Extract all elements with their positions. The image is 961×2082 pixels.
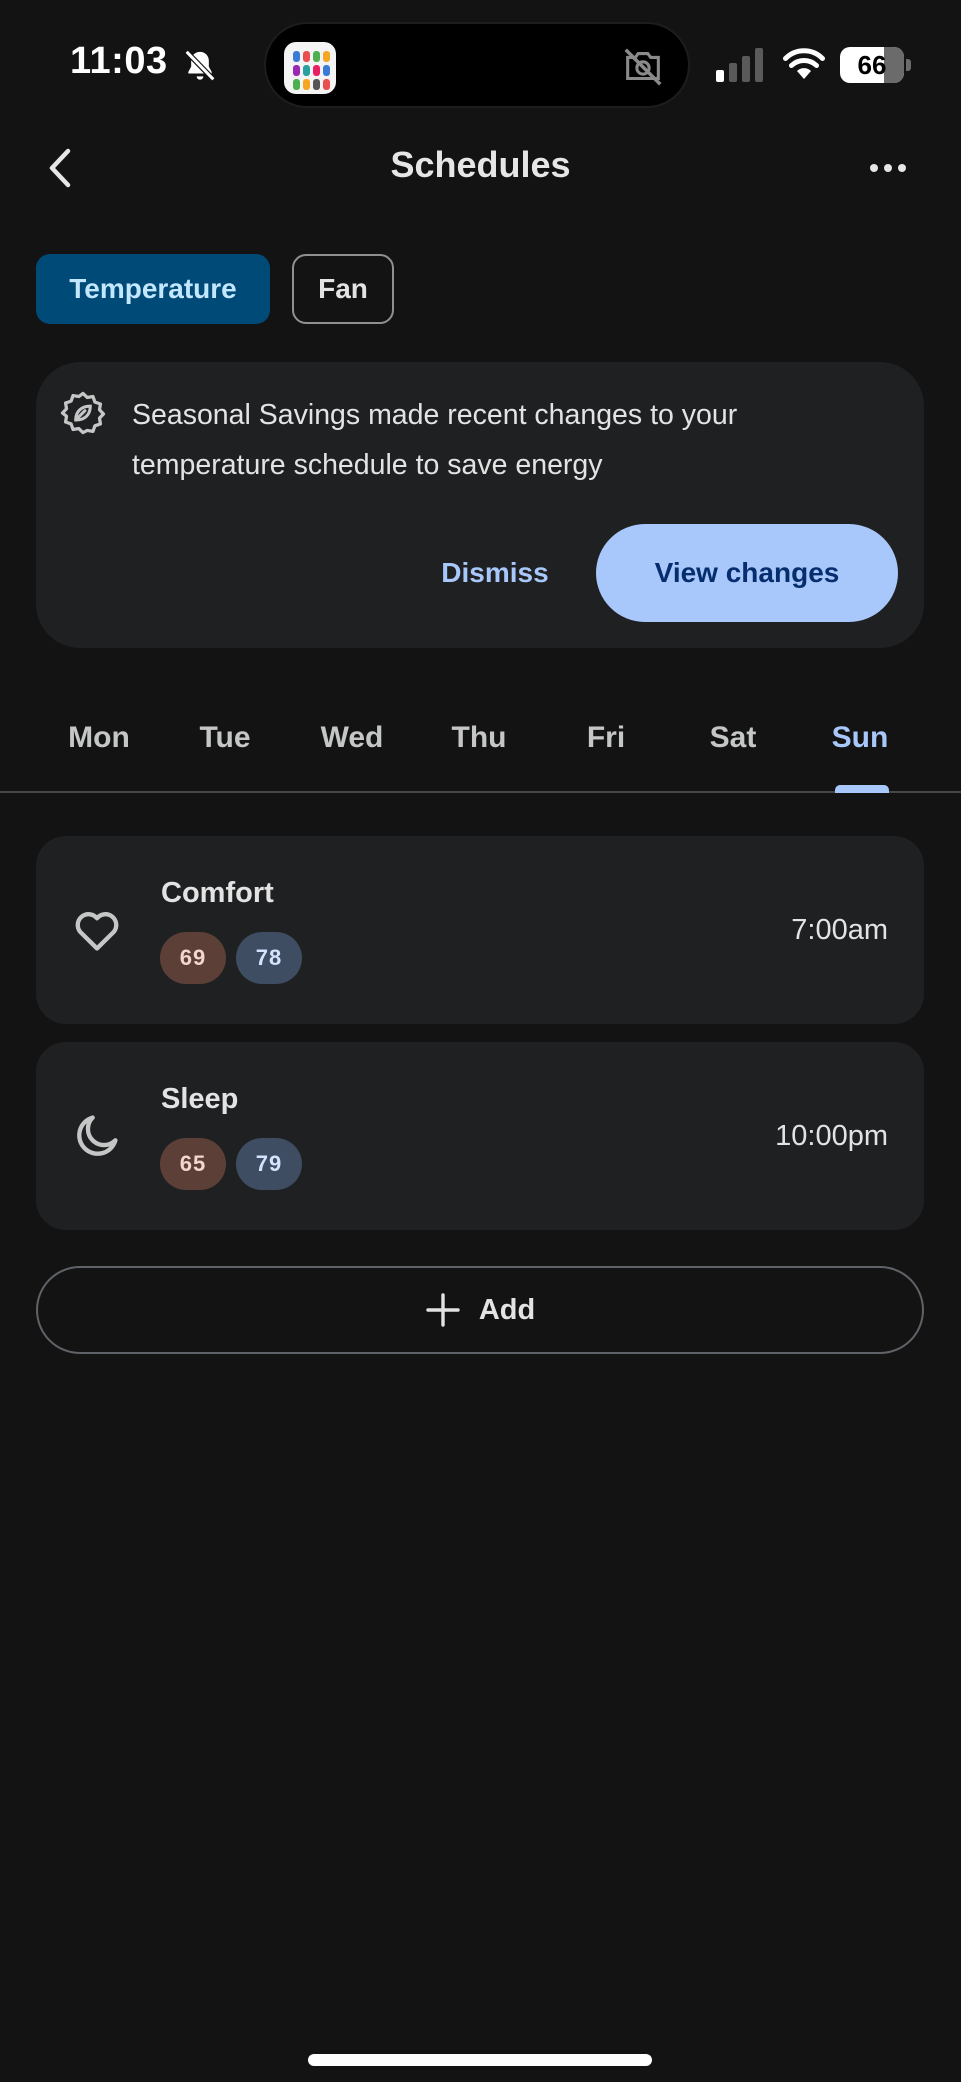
- signal-icon: [716, 48, 763, 82]
- cool-setpoint-badge: 78: [236, 932, 302, 984]
- view-changes-button[interactable]: View changes: [596, 524, 898, 622]
- tab-sat[interactable]: Sat: [670, 716, 796, 776]
- plus-icon: [426, 1293, 460, 1327]
- tab-thu[interactable]: Thu: [416, 716, 542, 776]
- status-time: 11:03: [70, 40, 168, 82]
- page-title: Schedules: [390, 144, 571, 185]
- schedule-time: 10:00pm: [775, 1120, 888, 1152]
- add-schedule-button[interactable]: Add: [36, 1266, 924, 1354]
- heat-setpoint-badge: 69: [160, 932, 226, 984]
- battery-icon: 66: [840, 47, 911, 83]
- seasonal-savings-leaf-icon: [60, 391, 106, 435]
- chip-fan[interactable]: Fan: [292, 254, 394, 324]
- selected-tab-indicator: [835, 785, 889, 793]
- tab-mon[interactable]: Mon: [36, 716, 162, 776]
- more-horizontal-icon: [870, 164, 906, 172]
- heart-icon: [75, 912, 119, 951]
- cool-setpoint-badge: 79: [236, 1138, 302, 1190]
- banner-message: Seasonal Savings made recent changes to …: [132, 399, 738, 481]
- bell-slash-icon: [184, 49, 216, 82]
- heat-setpoint-badge: 65: [160, 1138, 226, 1190]
- moon-icon: [77, 1115, 118, 1156]
- schedule-name: Comfort: [161, 877, 274, 909]
- wifi-icon: [783, 48, 825, 79]
- chip-temperature[interactable]: Temperature: [36, 254, 270, 324]
- tab-sun[interactable]: Sun: [797, 716, 923, 776]
- schedule-name: Sleep: [161, 1083, 239, 1115]
- tab-divider: [0, 791, 961, 793]
- home-indicator[interactable]: [308, 2054, 652, 2066]
- dynamic-island-app-icon[interactable]: [284, 42, 336, 94]
- battery-level: 66: [857, 50, 887, 80]
- tab-wed[interactable]: Wed: [289, 716, 415, 776]
- more-options-button[interactable]: [858, 140, 918, 196]
- tab-fri[interactable]: Fri: [543, 716, 669, 776]
- tab-tue[interactable]: Tue: [162, 716, 288, 776]
- add-label: Add: [478, 1293, 536, 1326]
- dismiss-button[interactable]: Dismiss: [420, 528, 570, 618]
- schedule-time: 7:00am: [791, 914, 888, 946]
- camera-off-icon: [624, 48, 662, 86]
